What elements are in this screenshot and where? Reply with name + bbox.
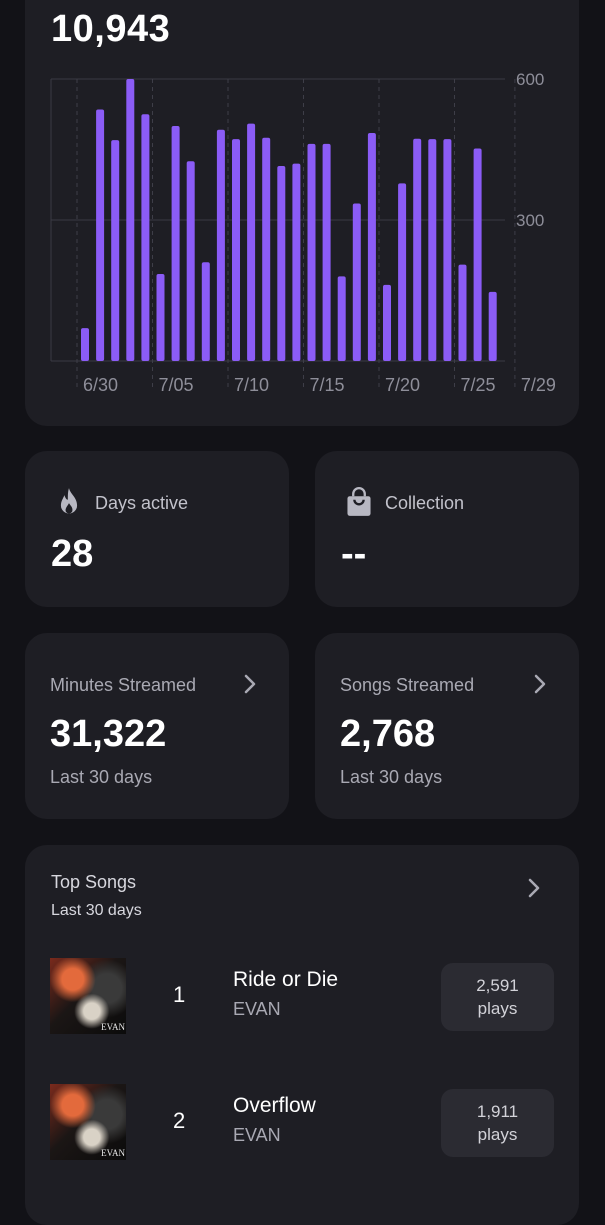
chart-bar: [488, 291, 497, 361]
x-tick-label: 7/20: [385, 375, 420, 395]
chart-bar: [171, 126, 180, 361]
bag-icon: [347, 487, 371, 516]
chart-bar: [473, 148, 482, 361]
chart-bar: [398, 183, 407, 361]
top-song-row[interactable]: EVAN 1 Ride or Die EVAN 2,591 plays: [25, 958, 579, 1038]
minutes-streamed-value: 31,322: [50, 713, 167, 755]
x-tick-label: 7/25: [461, 375, 496, 395]
chart-bar: [428, 139, 437, 361]
song-artist: EVAN: [233, 999, 281, 1019]
chart-bar: [383, 284, 391, 361]
x-tick-label: 7/05: [159, 375, 194, 395]
album-cover: EVAN: [50, 958, 126, 1034]
chart-bar: [337, 276, 346, 361]
top-songs-period: Last 30 days: [51, 902, 142, 919]
days-active-card: Days active 28: [25, 451, 289, 607]
minutes-streamed-label: Minutes Streamed: [50, 675, 197, 695]
song-title: Ride or Die: [233, 968, 339, 991]
collection-label: Collection: [385, 493, 465, 513]
chart-bar: [247, 123, 256, 361]
x-tick-label: 7/29: [521, 375, 556, 395]
chart-bar: [141, 114, 150, 361]
x-tick-label: 7/15: [310, 375, 345, 395]
chevron-right-icon[interactable]: [529, 673, 551, 695]
plays-count: 2,591: [476, 976, 519, 995]
top-songs-title: Top Songs: [51, 872, 137, 892]
chart-bar: [458, 264, 467, 361]
chart-bar: [443, 139, 452, 361]
plays-badge: 1,911 plays: [441, 1089, 554, 1157]
chart-bar: [126, 79, 135, 361]
songs-streamed-period: Last 30 days: [340, 767, 443, 787]
chart-bar: [262, 137, 271, 361]
minutes-streamed-period: Last 30 days: [50, 767, 153, 787]
plays-unit: plays: [477, 1125, 518, 1144]
y-tick-label: 300: [516, 211, 544, 230]
minutes-streamed-card[interactable]: Minutes Streamed 31,322 Last 30 days: [25, 633, 289, 819]
chart-bar: [292, 163, 301, 361]
listening-chart-card: 10,943 600 300 6/30 7/05 7/10 7/15 7/20 7/25 7/2…: [25, 0, 579, 426]
plays-count: 1,911: [476, 1102, 519, 1121]
days-active-value: 28: [51, 533, 94, 575]
days-active-label: Days active: [95, 493, 189, 513]
plays-badge: 2,591 plays: [441, 963, 554, 1031]
collection-value: --: [341, 533, 367, 575]
y-tick-label: 600: [516, 70, 544, 89]
chart-bar: [216, 129, 225, 361]
chevron-right-icon[interactable]: [523, 877, 545, 899]
album-cover: EVAN: [50, 1084, 126, 1160]
song-rank: 1: [173, 982, 186, 1007]
chart-bar: [352, 203, 361, 361]
x-tick-label: 7/10: [234, 375, 269, 395]
song-rank: 2: [173, 1108, 186, 1133]
album-cover-text: EVAN: [101, 1148, 125, 1158]
chart-bar: [413, 138, 422, 361]
chart-bar: [201, 262, 210, 361]
album-cover-text: EVAN: [101, 1022, 125, 1032]
chart-bar: [96, 109, 105, 361]
x-tick-label: 6/30: [83, 375, 118, 395]
collection-card[interactable]: Collection --: [315, 451, 579, 607]
song-artist: EVAN: [233, 1125, 281, 1145]
chart-bar: [81, 328, 89, 361]
chart-bar: [232, 139, 240, 361]
chevron-right-icon[interactable]: [239, 673, 261, 695]
top-songs-card: Top Songs Last 30 days EVAN 1 Ride or Di…: [25, 845, 579, 1225]
songs-streamed-label: Songs Streamed: [340, 675, 475, 695]
chart-bar: [307, 143, 316, 361]
chart-bar: [156, 274, 165, 361]
chart-bar: [111, 140, 120, 361]
chart-bar: [186, 161, 195, 361]
top-song-row[interactable]: EVAN 2 Overflow EVAN 1,911 plays: [25, 1084, 579, 1164]
chart-bar: [322, 143, 331, 361]
flame-icon: [60, 488, 78, 514]
songs-streamed-value: 2,768: [340, 713, 436, 755]
songs-streamed-card[interactable]: Songs Streamed 2,768 Last 30 days: [315, 633, 579, 819]
chart-bar: [367, 133, 376, 361]
daily-minutes-bar-chart: 600 300 6/30 7/05 7/10 7/15 7/20 7/25 7/29: [50, 70, 556, 395]
plays-unit: plays: [477, 999, 518, 1018]
chart-bar: [277, 165, 286, 361]
song-title: Overflow: [233, 1094, 316, 1117]
